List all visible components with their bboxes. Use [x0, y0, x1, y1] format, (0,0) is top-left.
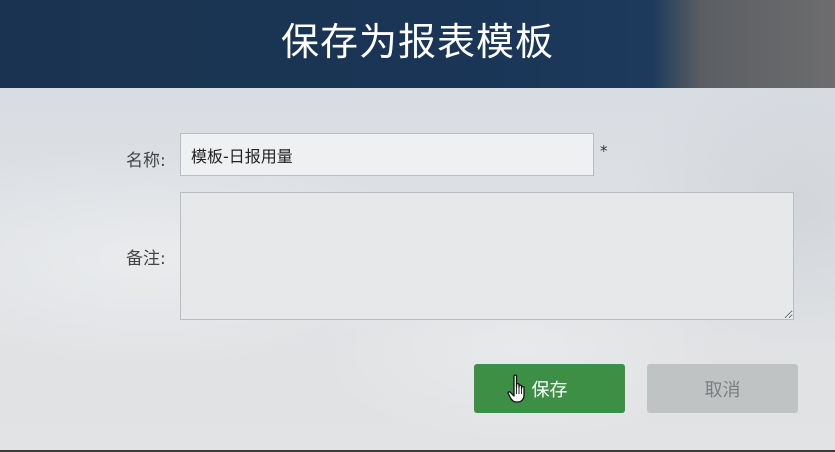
remark-label: 备注: — [126, 249, 166, 269]
cancel-button[interactable]: 取消 — [647, 364, 798, 413]
remark-textarea[interactable] — [180, 192, 794, 320]
save-template-dialog: 保存为报表模板 名称: * 备注: 保存 取消 — [0, 0, 835, 452]
required-mark: * — [600, 142, 608, 160]
dialog-header: 保存为报表模板 — [0, 0, 835, 88]
name-label: 名称: — [126, 151, 166, 171]
save-button[interactable]: 保存 — [474, 364, 625, 413]
name-input[interactable] — [180, 133, 594, 176]
dialog-title: 保存为报表模板 — [280, 20, 554, 64]
